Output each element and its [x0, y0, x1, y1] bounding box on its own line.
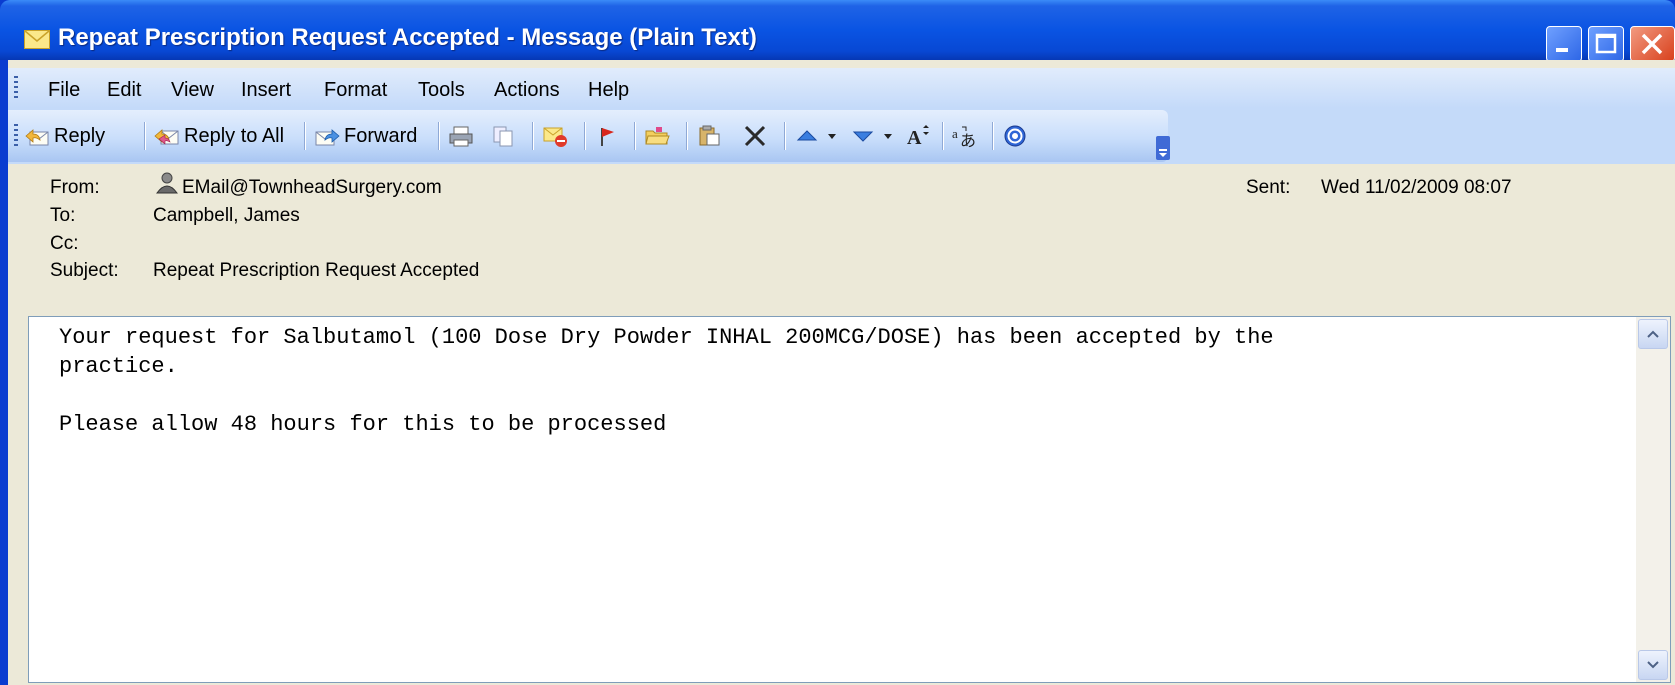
message-body[interactable]: Your request for Salbutamol (100 Dose Dr… — [28, 316, 1671, 683]
maximize-icon — [1595, 33, 1617, 54]
toolbar-separator — [532, 122, 534, 150]
toolbar-separator — [992, 122, 994, 150]
translate-button[interactable]: a あ — [952, 122, 982, 150]
toolbar-separator — [144, 122, 146, 150]
previous-item-dropdown[interactable] — [826, 122, 838, 150]
minimize-button[interactable] — [1546, 26, 1582, 62]
delete-icon — [744, 125, 766, 147]
font-size-button[interactable]: A — [906, 122, 936, 150]
close-icon — [1641, 33, 1663, 55]
toolbar-separator — [784, 122, 786, 150]
svg-text:あ: あ — [960, 131, 976, 148]
delete-button[interactable] — [742, 122, 772, 150]
next-item-dropdown[interactable] — [882, 122, 894, 150]
translate-icon: a あ — [952, 126, 976, 148]
folder-icon — [645, 127, 670, 145]
reply-all-icon — [154, 129, 179, 145]
to-label: To: — [50, 205, 76, 226]
font-size-icon: A — [907, 125, 929, 148]
from-value[interactable]: EMail@TownheadSurgery.com — [182, 177, 442, 199]
reply-button[interactable]: Reply — [24, 122, 105, 150]
previous-arrow-icon — [796, 130, 818, 141]
reply-all-button[interactable]: Reply to All — [154, 122, 284, 150]
menu-actions[interactable]: Actions — [494, 79, 560, 102]
move-to-folder-button[interactable] — [542, 122, 572, 150]
vertical-scrollbar[interactable] — [1636, 317, 1670, 682]
to-value[interactable]: Campbell, James — [153, 205, 300, 227]
menu-tools[interactable]: Tools — [418, 79, 465, 102]
toolbar-grip[interactable] — [14, 124, 18, 148]
chevron-down-icon — [1647, 661, 1659, 669]
scroll-up-button[interactable] — [1638, 319, 1668, 349]
reply-label: Reply — [54, 124, 106, 147]
cc-label: Cc: — [50, 233, 79, 254]
chevron-down-icon — [828, 134, 836, 139]
svg-text:A: A — [907, 127, 922, 148]
sent-label: Sent: — [1246, 177, 1291, 198]
title-bar[interactable]: Repeat Prescription Request Accepted - M… — [0, 0, 1675, 62]
copy-button[interactable] — [490, 122, 520, 150]
forward-button[interactable]: Forward — [314, 122, 417, 150]
message-window: Repeat Prescription Request Accepted - M… — [0, 0, 1675, 685]
scroll-down-button[interactable] — [1638, 650, 1668, 680]
window-title: Repeat Prescription Request Accepted - M… — [58, 24, 757, 51]
menu-insert[interactable]: Insert — [241, 79, 291, 102]
toolbar-options-button[interactable] — [1156, 136, 1170, 160]
window-client: File Edit View Insert Format Tools Actio… — [8, 60, 1675, 685]
printer-icon — [449, 126, 473, 147]
svg-text:a: a — [952, 126, 958, 141]
menu-bar: File Edit View Insert Format Tools Actio… — [8, 68, 1675, 108]
contact-icon — [156, 172, 178, 194]
next-arrow-icon — [852, 131, 874, 142]
sent-value: Wed 11/02/2009 08:07 — [1321, 177, 1512, 198]
menu-file[interactable]: File — [48, 79, 80, 102]
clipboard-move-icon — [699, 125, 720, 146]
menu-help[interactable]: Help — [588, 79, 629, 102]
message-body-text[interactable]: Your request for Salbutamol (100 Dose Dr… — [59, 323, 1629, 439]
chevron-down-icon — [1159, 149, 1167, 157]
close-button[interactable] — [1630, 26, 1675, 62]
envelope-icon — [24, 30, 50, 49]
from-label: From: — [50, 177, 100, 198]
copy-icon — [493, 126, 513, 147]
help-button[interactable] — [1002, 122, 1032, 150]
toolbar-separator — [686, 122, 688, 150]
reply-icon — [25, 129, 49, 146]
move-button[interactable] — [696, 122, 726, 150]
envelope-delete-icon — [543, 127, 567, 147]
subject-label: Subject: — [50, 260, 119, 281]
menu-format[interactable]: Format — [324, 79, 387, 102]
subject-value: Repeat Prescription Request Accepted — [153, 260, 480, 281]
menu-grip[interactable] — [14, 76, 18, 100]
chevron-up-icon — [1647, 330, 1659, 338]
toolbar-separator — [584, 122, 586, 150]
menu-view[interactable]: View — [171, 79, 214, 102]
menu-edit[interactable]: Edit — [107, 79, 141, 102]
toolbar-separator — [634, 122, 636, 150]
toolbar-separator — [942, 122, 944, 150]
next-item-button[interactable] — [850, 122, 880, 150]
help-icon — [1004, 125, 1026, 147]
toolbar-separator — [304, 122, 306, 150]
chevron-down-icon — [884, 134, 892, 139]
previous-item-button[interactable] — [794, 122, 824, 150]
flag-icon — [601, 128, 614, 146]
toolbar-separator — [438, 122, 440, 150]
maximize-button[interactable] — [1588, 26, 1624, 62]
reply-all-label: Reply to All — [184, 124, 285, 147]
standard-toolbar: Reply Reply to All Forward A a あ — [8, 110, 1170, 162]
open-folder-button[interactable] — [644, 122, 674, 150]
print-button[interactable] — [448, 122, 478, 150]
forward-icon — [315, 129, 340, 146]
minimize-icon — [1556, 48, 1568, 52]
follow-up-flag-button[interactable] — [594, 122, 624, 150]
forward-label: Forward — [344, 124, 418, 147]
